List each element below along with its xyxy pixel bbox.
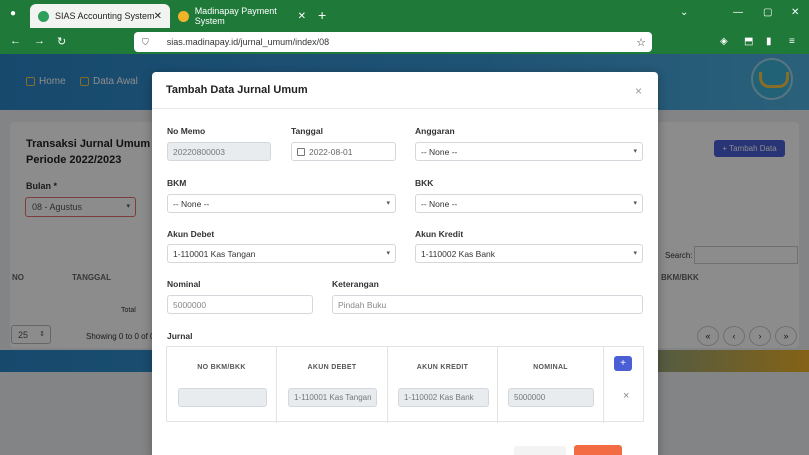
tab-title: Madinapay Payment System (194, 6, 277, 26)
jurnal-akun-kredit-field: 1-110002 Kas Bank (398, 388, 489, 407)
akun-debet-label: Akun Debet (167, 229, 215, 239)
close-tab-icon[interactable]: ✕ (154, 11, 162, 22)
tanggal-label: Tanggal (291, 126, 323, 136)
nominal-label: Nominal (167, 279, 201, 289)
reader-icon[interactable]: ▮ (766, 36, 772, 47)
jurnal-no-bkm-bkk-field[interactable] (178, 388, 267, 407)
save-button[interactable] (574, 445, 622, 455)
jurnal-header: NOMINAL (533, 364, 568, 371)
browser-menu-icon[interactable]: ● (10, 8, 16, 19)
jurnal-nominal-field: 5000000 (508, 388, 594, 407)
calendar-icon (297, 148, 305, 156)
modal-title: Tambah Data Jurnal Umum (166, 84, 308, 96)
jurnal-col-nominal: NOMINAL 5000000 (498, 347, 604, 423)
bkk-value: -- None -- (421, 199, 458, 209)
akun-debet-value: 1-110001 Kas Tangan (173, 249, 256, 259)
jurnal-header: AKUN KREDIT (416, 364, 469, 371)
tab-title: SIAS Accounting System (55, 11, 155, 21)
jurnal-col-no-bkm-bkk: NO BKM/BKK (167, 347, 277, 423)
akun-kredit-select[interactable]: 1-110002 Kas Bank ▾ (415, 244, 643, 263)
bkk-select[interactable]: -- None -- ▾ (415, 194, 643, 213)
tab-sias[interactable]: SIAS Accounting System ✕ (30, 4, 170, 28)
add-jurnal-row-button[interactable]: + (614, 356, 632, 371)
tanggal-value: 2022-08-01 (309, 147, 353, 157)
browser-navbar: ← → ↻ ⛉ sias.madinapay.id/jurnal_umum/in… (0, 30, 809, 54)
cancel-button[interactable] (514, 446, 566, 455)
akun-kredit-value: 1-110002 Kas Bank (421, 249, 496, 259)
minimize-icon[interactable]: — (733, 7, 743, 18)
tab-madinapay[interactable]: Madinapay Payment System ✕ (170, 4, 314, 28)
chevron-down-icon: ▾ (633, 200, 637, 207)
bkm-label: BKM (167, 178, 187, 188)
nominal-field[interactable]: 5000000 (167, 295, 313, 314)
jurnal-label: Jurnal (167, 331, 193, 341)
browser-tabbar: ● SIAS Accounting System ✕ Madinapay Pay… (0, 0, 809, 30)
bkk-label: BKK (415, 178, 434, 188)
no-memo-label: No Memo (167, 126, 206, 136)
keterangan-field[interactable]: Pindah Buku (332, 295, 643, 314)
akun-kredit-label: Akun Kredit (415, 229, 464, 239)
modal-divider (152, 108, 658, 109)
jurnal-header: AKUN DEBET (307, 364, 357, 371)
close-icon[interactable]: × (635, 84, 642, 98)
anggaran-value: -- None -- (421, 147, 458, 157)
chevron-down-icon: ▾ (633, 148, 637, 155)
pocket-icon[interactable]: ◈ (720, 36, 728, 47)
new-tab-button[interactable]: + (318, 7, 326, 23)
akun-debet-select[interactable]: 1-110001 Kas Tangan ▾ (167, 244, 396, 263)
forward-icon[interactable]: → (34, 35, 45, 47)
jurnal-col-akun-debet: AKUN DEBET 1-110001 Kas Tangan (277, 347, 388, 423)
jurnal-akun-debet-field: 1-110001 Kas Tangan (288, 388, 377, 407)
remove-row-icon[interactable]: × (623, 390, 629, 402)
restore-icon[interactable]: ▢ (763, 7, 772, 18)
chevron-down-icon: ▾ (386, 250, 390, 257)
chevron-down-icon: ▾ (633, 250, 637, 257)
anggaran-select[interactable]: -- None -- ▾ (415, 142, 643, 161)
menu-icon[interactable]: ≡ (789, 36, 795, 47)
address-bar[interactable]: ⛉ sias.madinapay.id/jurnal_umum/index/08… (134, 32, 652, 52)
keterangan-label: Keterangan (332, 279, 379, 289)
bkm-select[interactable]: -- None -- ▾ (167, 194, 396, 213)
url-text: sias.madinapay.id/jurnal_umum/index/08 (166, 37, 330, 47)
extensions-icon[interactable]: ⬒ (744, 36, 753, 47)
anggaran-label: Anggaran (415, 126, 455, 136)
bkm-value: -- None -- (173, 199, 210, 209)
bookmark-star-icon[interactable]: ☆ (636, 36, 646, 49)
tanggal-field[interactable]: 2022-08-01 (291, 142, 396, 161)
reload-icon[interactable]: ↻ (57, 35, 66, 48)
chevron-down-icon: ▾ (386, 200, 390, 207)
madinapay-favicon-icon (178, 10, 189, 22)
jurnal-table: NO BKM/BKK AKUN DEBET 1-110001 Kas Tanga… (166, 346, 644, 423)
tab-list-icon[interactable]: ⌄ (680, 7, 688, 18)
sias-favicon-icon (38, 10, 49, 22)
no-memo-field: 20220800003 (167, 142, 271, 161)
back-icon[interactable]: ← (10, 35, 21, 47)
close-window-icon[interactable]: ✕ (791, 7, 799, 18)
tambah-jurnal-modal: Tambah Data Jurnal Umum × No Memo 202208… (152, 72, 658, 455)
jurnal-header: NO BKM/BKK (197, 364, 246, 371)
close-tab-icon[interactable]: ✕ (298, 11, 306, 22)
shield-icon: ⛉ (142, 36, 149, 47)
jurnal-col-akun-kredit: AKUN KREDIT 1-110002 Kas Bank (388, 347, 498, 423)
